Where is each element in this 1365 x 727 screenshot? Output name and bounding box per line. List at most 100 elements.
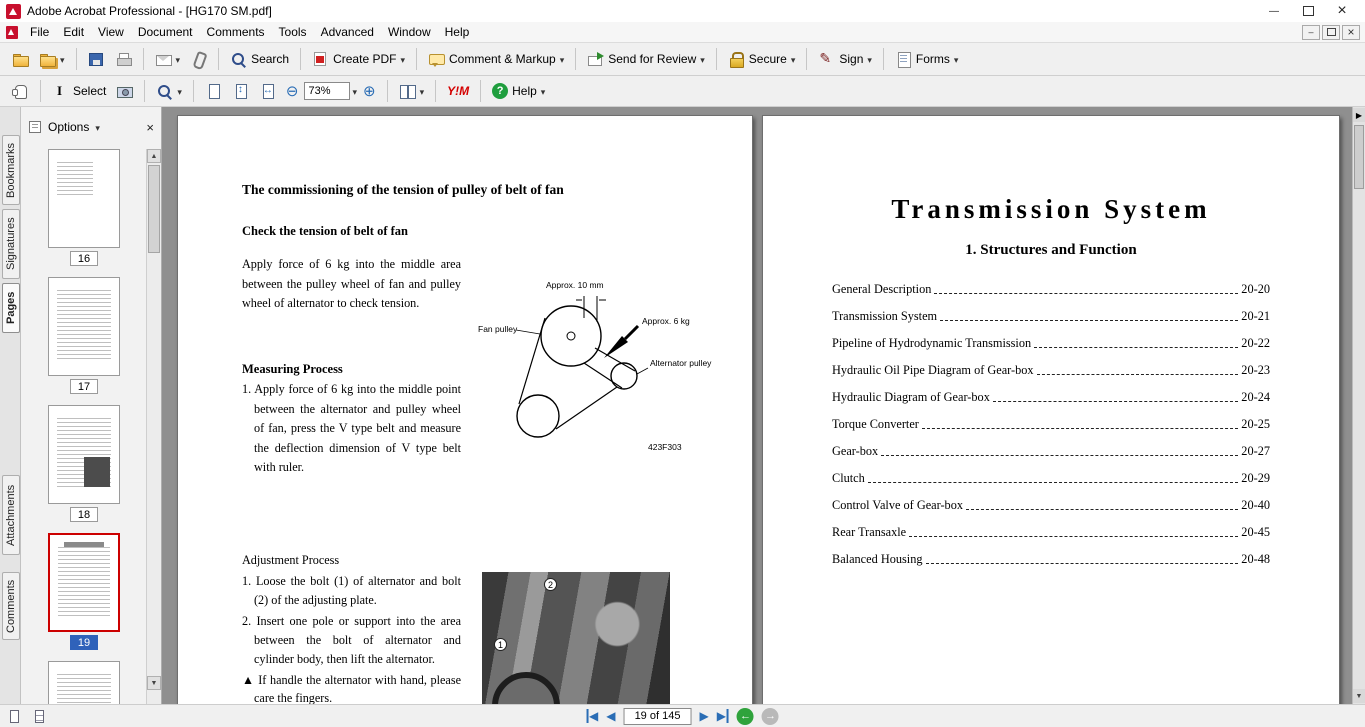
doc-restore-button[interactable] bbox=[1322, 24, 1340, 40]
first-page-button[interactable] bbox=[586, 709, 598, 723]
fit-width-button[interactable] bbox=[255, 80, 280, 102]
menu-window[interactable]: Window bbox=[381, 23, 438, 41]
tab-comments[interactable]: Comments bbox=[2, 572, 20, 640]
toc-label: Hydraulic Diagram of Gear-box bbox=[832, 390, 990, 404]
toc-page-number: 20-25 bbox=[1241, 417, 1270, 431]
zoom-level-field[interactable] bbox=[304, 82, 351, 100]
toc-entry: Gear-box 20-27 bbox=[832, 444, 1270, 459]
doc-minimize-button[interactable] bbox=[1302, 24, 1320, 40]
minimize-button[interactable] bbox=[1257, 1, 1291, 21]
zoom-in-button[interactable] bbox=[359, 79, 380, 103]
toolbar-separator bbox=[575, 48, 577, 70]
adjustment-warning: ▲ If handle the alternator with hand, pl… bbox=[242, 672, 461, 704]
toc-leader bbox=[925, 563, 1239, 564]
dropdown-caret-icon[interactable] bbox=[352, 84, 357, 98]
page-layout-button[interactable] bbox=[395, 80, 429, 102]
previous-page-button[interactable] bbox=[606, 709, 615, 723]
zoom-out-button[interactable] bbox=[282, 79, 303, 103]
tab-attachments[interactable]: Attachments bbox=[2, 475, 20, 555]
toc-leader bbox=[881, 455, 1239, 456]
menu-comments[interactable]: Comments bbox=[200, 23, 272, 41]
acrobat-app-icon bbox=[6, 3, 21, 19]
scroll-down-icon[interactable] bbox=[147, 676, 161, 690]
last-page-button[interactable] bbox=[717, 709, 729, 723]
view-toolbar: Select Y!M Help bbox=[0, 76, 1365, 107]
snapshot-tool-button[interactable] bbox=[112, 80, 137, 102]
tab-pages[interactable]: Pages bbox=[2, 283, 20, 333]
scroll-down-icon[interactable] bbox=[1353, 689, 1365, 703]
actual-size-button[interactable] bbox=[201, 80, 226, 102]
panel-scrollbar[interactable] bbox=[146, 149, 161, 704]
scrollbar-thumb[interactable] bbox=[148, 165, 160, 253]
email-button[interactable] bbox=[151, 48, 185, 70]
table-of-contents: General Description 20-20 Transmission S… bbox=[832, 282, 1270, 579]
menu-tools[interactable]: Tools bbox=[272, 23, 314, 41]
send-for-review-button[interactable]: Send for Review bbox=[583, 48, 709, 70]
page-number-field[interactable] bbox=[623, 707, 692, 725]
select-tool-button[interactable]: Select bbox=[48, 80, 110, 102]
comment-markup-button[interactable]: Comment & Markup bbox=[424, 48, 568, 70]
fit-width-icon bbox=[259, 83, 276, 99]
page-thumbnail-20[interactable] bbox=[48, 661, 120, 704]
toc-page-number: 20-20 bbox=[1241, 282, 1270, 296]
menu-help[interactable]: Help bbox=[438, 23, 477, 41]
vertical-scrollbar[interactable] bbox=[1352, 107, 1365, 704]
dropdown-caret-icon bbox=[954, 52, 959, 66]
tab-bookmarks[interactable]: Bookmarks bbox=[2, 135, 20, 205]
toc-entry: Torque Converter 20-25 bbox=[832, 417, 1270, 432]
options-menu[interactable]: Options bbox=[48, 120, 89, 134]
toc-leader bbox=[909, 536, 1239, 537]
forms-label: Forms bbox=[915, 52, 950, 66]
menu-view[interactable]: View bbox=[91, 23, 131, 41]
zoom-tool-button[interactable] bbox=[152, 80, 186, 102]
continuous-view-icon[interactable] bbox=[32, 709, 47, 724]
page-thumbnail-16[interactable]: 16 bbox=[48, 149, 120, 266]
toc-leader bbox=[940, 320, 1239, 321]
organizer-button[interactable] bbox=[35, 48, 69, 70]
toolbar-separator bbox=[142, 48, 144, 70]
save-button[interactable] bbox=[84, 48, 109, 70]
doc-close-button[interactable] bbox=[1342, 24, 1360, 40]
print-button[interactable] bbox=[111, 48, 136, 70]
send-review-label: Send for Review bbox=[608, 52, 697, 66]
scroll-arrow-icon[interactable] bbox=[1353, 108, 1365, 122]
secure-button[interactable]: Secure bbox=[724, 48, 800, 70]
window-title: Adobe Acrobat Professional - [HG170 SM.p… bbox=[27, 4, 272, 18]
thumbnail-image bbox=[48, 661, 120, 704]
menu-edit[interactable]: Edit bbox=[56, 23, 91, 41]
organizer-icon bbox=[39, 51, 56, 67]
adjustment-step: 2. Insert one pole or support into the a… bbox=[242, 613, 461, 666]
navigation-tab-rail: Bookmarks Signatures Pages Attachments C… bbox=[0, 107, 21, 704]
toc-page-number: 20-22 bbox=[1241, 336, 1270, 350]
open-button[interactable] bbox=[8, 48, 33, 70]
menu-document[interactable]: Document bbox=[131, 23, 200, 41]
scroll-up-icon[interactable] bbox=[147, 149, 161, 163]
single-page-view-icon[interactable] bbox=[7, 709, 22, 724]
yahoo-messenger-button[interactable]: Y!M bbox=[443, 81, 473, 101]
attach-button[interactable] bbox=[186, 48, 211, 70]
dropdown-caret-icon[interactable] bbox=[95, 120, 100, 134]
maximize-button[interactable] bbox=[1291, 1, 1325, 21]
help-button[interactable]: Help bbox=[488, 80, 549, 102]
forms-button[interactable]: Forms bbox=[891, 48, 963, 70]
page-thumbnail-19-selected[interactable]: 19 bbox=[48, 533, 120, 650]
panel-close-icon[interactable] bbox=[146, 120, 154, 135]
search-button[interactable]: Search bbox=[226, 48, 293, 70]
sign-button[interactable]: Sign bbox=[814, 48, 876, 70]
menu-advanced[interactable]: Advanced bbox=[314, 23, 381, 41]
close-button[interactable] bbox=[1325, 1, 1359, 21]
previous-view-button[interactable] bbox=[736, 707, 754, 725]
page-thumbnail-17[interactable]: 17 bbox=[48, 277, 120, 394]
dropdown-caret-icon bbox=[420, 84, 425, 98]
tab-signatures[interactable]: Signatures bbox=[2, 209, 20, 279]
menu-file[interactable]: File bbox=[23, 23, 56, 41]
toc-entry: Clutch 20-29 bbox=[832, 471, 1270, 486]
document-viewer[interactable]: The commissioning of the tension of pull… bbox=[162, 107, 1352, 704]
create-pdf-button[interactable]: Create PDF bbox=[308, 48, 409, 70]
next-view-button[interactable] bbox=[761, 707, 779, 725]
scrollbar-thumb[interactable] bbox=[1354, 125, 1364, 189]
next-page-button[interactable] bbox=[700, 709, 709, 723]
fit-page-button[interactable] bbox=[228, 80, 253, 102]
hand-tool-button[interactable] bbox=[8, 80, 33, 102]
page-thumbnail-18[interactable]: 18 bbox=[48, 405, 120, 522]
